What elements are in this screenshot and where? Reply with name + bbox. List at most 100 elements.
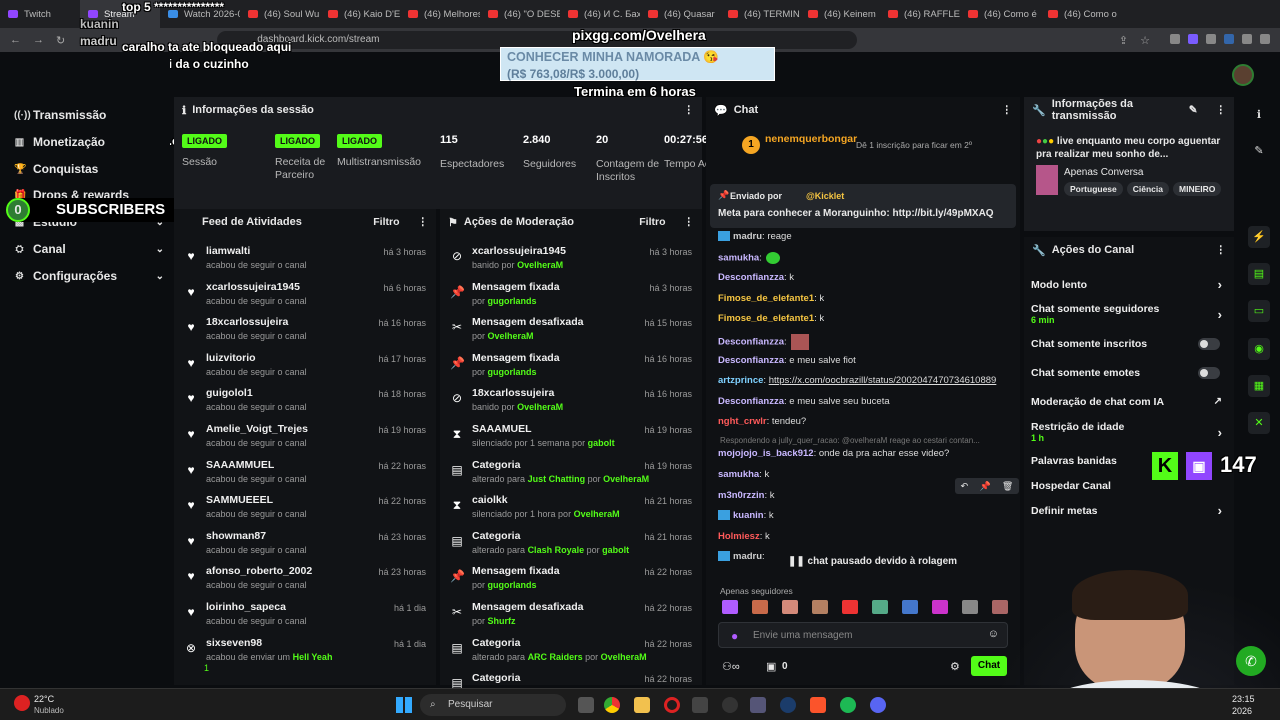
feed-row[interactable]: ♥ luizvitorio acabou de seguir o canal há 1… bbox=[174, 352, 434, 388]
chat-message[interactable]: nght_crwlr: tendeu? bbox=[718, 416, 806, 427]
windows-icon[interactable] bbox=[396, 697, 412, 713]
pin-action-icon[interactable]: 📌 bbox=[979, 481, 990, 492]
broadcast-more-icon[interactable]: ⋮ bbox=[1216, 104, 1227, 116]
browser-tab[interactable]: (46) Soul Wu bbox=[240, 0, 320, 28]
feed-row[interactable]: ♥ afonso_roberto_2002 acabou de seguir o c… bbox=[174, 565, 434, 601]
browser-tab[interactable]: (46) И С. Бах bbox=[560, 0, 640, 28]
chat-message[interactable]: m3n0rzzin: k bbox=[718, 490, 775, 501]
feed-row[interactable]: ♥ SAMMUEEEL acabou de seguir o canal há 22 … bbox=[174, 494, 434, 530]
sidebar-item-1[interactable]: ▥ Monetização bbox=[14, 135, 164, 149]
app-icon[interactable] bbox=[578, 697, 594, 713]
sidebar-item-2[interactable]: 🏆 Conquistas bbox=[14, 162, 164, 176]
browser-tab[interactable]: (46) Como o bbox=[1040, 0, 1120, 28]
browser-tab[interactable]: (46) Kaio D'E bbox=[320, 0, 400, 28]
share-icon[interactable]: ⇪ bbox=[1119, 34, 1128, 47]
chat-username[interactable]: m3n0rzzin bbox=[718, 490, 764, 501]
feed-row[interactable]: ♥ guigolol1 acabou de seguir o canal há 18 … bbox=[174, 387, 434, 423]
reply-icon[interactable]: ↶ bbox=[961, 481, 969, 492]
emote-icon[interactable] bbox=[752, 600, 768, 614]
chat-username[interactable]: madru bbox=[733, 231, 762, 242]
chat-input[interactable]: ● Envie uma mensagem ☺ bbox=[718, 622, 1008, 648]
app3-icon[interactable] bbox=[722, 697, 738, 713]
emote-icon[interactable] bbox=[872, 600, 888, 614]
feed-row[interactable]: ♥ loirinho_sapeca acabou de seguir o canal… bbox=[174, 601, 434, 637]
chat-username[interactable]: nght_crwlr bbox=[718, 416, 767, 427]
chat-message[interactable]: Desconfianzza: e meu salve seu buceta bbox=[718, 396, 890, 407]
mod-row[interactable]: ▤ Categoria alterado para Just Chatting po… bbox=[440, 459, 700, 495]
actions-more-icon[interactable]: ⋮ bbox=[1216, 244, 1227, 256]
sidebar-item-5[interactable]: ⛭ Canal ⌄ bbox=[14, 242, 165, 256]
channel-action[interactable]: Restrição de idade 1 h › bbox=[1031, 421, 1226, 443]
chat-username[interactable]: Desconfianzza bbox=[718, 355, 784, 366]
edit-icon[interactable]: ✎ bbox=[1189, 104, 1198, 116]
avatar[interactable] bbox=[1232, 64, 1254, 86]
chat-username[interactable]: Holmiesz bbox=[718, 531, 760, 542]
channel-action[interactable]: Chat somente inscritos bbox=[1031, 338, 1226, 350]
emote-icon[interactable] bbox=[962, 600, 978, 614]
chat-message[interactable]: Desconfianzza: k bbox=[718, 272, 794, 283]
toggle-switch[interactable] bbox=[1198, 367, 1220, 379]
points-icon[interactable]: ⚇∞ bbox=[722, 660, 740, 673]
chat-username[interactable]: artzprince bbox=[718, 375, 763, 386]
sidebar-item-6[interactable]: ⚙ Configurações ⌄ bbox=[14, 269, 164, 283]
chat-message[interactable]: Holmiesz: k bbox=[718, 531, 770, 542]
emote-icon[interactable] bbox=[932, 600, 948, 614]
feed-row[interactable]: ♥ 18xcarlossujeira acabou de seguir o cana… bbox=[174, 316, 434, 352]
chat-message[interactable]: madru: reage bbox=[718, 231, 792, 242]
info-rail-icon[interactable]: ℹ bbox=[1248, 104, 1270, 126]
mod-more-icon[interactable]: ⋮ bbox=[684, 216, 695, 228]
mod-row[interactable]: ⊘ xcarlossujeira1945 banido por OvelheraM h… bbox=[440, 245, 700, 281]
category-name[interactable]: Apenas Conversa bbox=[1064, 167, 1144, 178]
mod-filter[interactable]: Filtro bbox=[639, 216, 665, 228]
discord-icon[interactable] bbox=[870, 697, 886, 713]
feed-filter[interactable]: Filtro bbox=[373, 216, 399, 228]
chat-rail-icon[interactable]: ▭ bbox=[1248, 300, 1270, 322]
extensions-icon[interactable] bbox=[1162, 33, 1270, 47]
chat-message[interactable]: Fimose_de_elefante1: k bbox=[718, 293, 824, 304]
browser-tab[interactable]: (46) Keinem bbox=[800, 0, 880, 28]
chat-message[interactable]: mojojojo_is_back912: onde da pra achar e… bbox=[718, 448, 949, 459]
emote-icon[interactable] bbox=[782, 600, 798, 614]
app4-icon[interactable] bbox=[750, 697, 766, 713]
chat-message[interactable]: kuanin: k bbox=[718, 510, 774, 521]
channel-action[interactable]: Definir metas › bbox=[1031, 503, 1226, 518]
settings-icon[interactable]: ⚙ bbox=[950, 660, 960, 673]
browser-tab[interactable]: (46) Melhores bbox=[400, 0, 480, 28]
browser-tab[interactable]: (46) "O DESE bbox=[480, 0, 560, 28]
mod-row[interactable]: ✂ Mensagem desafixada por Shurfz há 22 hora… bbox=[440, 601, 700, 637]
mod-row[interactable]: ▤ Categoria alterado para ARC Raiders por … bbox=[440, 637, 700, 673]
mod-row[interactable]: 📌 Mensagem fixada por gugorlands há 16 hora… bbox=[440, 352, 700, 388]
mod-row[interactable]: ⊘ 18xcarlossujeira banido por OvelheraM há … bbox=[440, 387, 700, 423]
app2-icon[interactable] bbox=[692, 697, 708, 713]
mod-row[interactable]: 📌 Mensagem fixada por gugorlands há 3 horas bbox=[440, 281, 700, 317]
chat-username[interactable]: Desconfianzza bbox=[718, 272, 784, 283]
chat-username[interactable]: Fimose_de_elefante1 bbox=[718, 313, 814, 324]
delete-icon[interactable]: 🗑 bbox=[1002, 481, 1013, 492]
feed-row[interactable]: ♥ liamwalti acabou de seguir o canal há 3 h… bbox=[174, 245, 434, 281]
chat-username[interactable]: Desconfianzza bbox=[718, 396, 784, 407]
chat-message[interactable]: madru: bbox=[718, 551, 765, 562]
steam-icon[interactable] bbox=[780, 697, 796, 713]
brave-icon[interactable] bbox=[810, 697, 826, 713]
chrome-icon[interactable] bbox=[604, 697, 620, 713]
browser-tab[interactable]: (46) Quasar bbox=[640, 0, 720, 28]
tag-chip[interactable]: Ciência bbox=[1126, 182, 1170, 196]
chat-username[interactable]: samukha bbox=[718, 469, 759, 480]
store-icon[interactable]: ▣ bbox=[766, 660, 776, 673]
channel-action[interactable]: Chat somente seguidores 6 min › bbox=[1031, 303, 1226, 325]
more-icon[interactable]: ⋮ bbox=[684, 104, 695, 116]
chat-message[interactable]: samukha: bbox=[718, 252, 780, 264]
chat-link[interactable]: https://x.com/oocbrazill/status/20020474… bbox=[769, 375, 997, 386]
browser-tab[interactable]: Twitch bbox=[0, 0, 80, 28]
emote-icon[interactable] bbox=[842, 600, 858, 614]
reload-icon[interactable]: ↻ bbox=[56, 34, 65, 47]
channel-action[interactable]: Chat somente emotes bbox=[1031, 367, 1226, 379]
mod-row[interactable]: 📌 Mensagem fixada por gugorlands há 22 hora… bbox=[440, 565, 700, 601]
spotify-icon[interactable] bbox=[840, 697, 856, 713]
opera-icon[interactable] bbox=[664, 697, 680, 713]
back-icon[interactable]: ← bbox=[10, 34, 21, 46]
chat-username[interactable]: kuanin bbox=[733, 510, 764, 521]
chat-message[interactable]: Desconfianzza: bbox=[718, 334, 809, 350]
emote-icon[interactable] bbox=[812, 600, 828, 614]
top-gifter-name[interactable]: nenemquerbongar bbox=[765, 133, 857, 145]
